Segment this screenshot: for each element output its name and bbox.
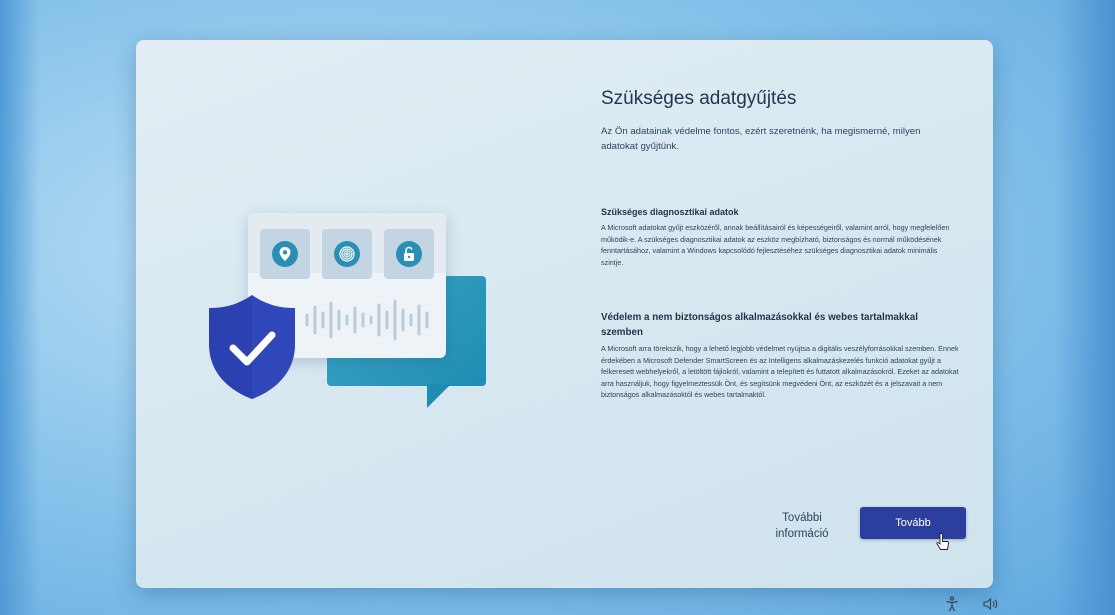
more-info-button[interactable]: További információ [764,510,840,542]
fingerprint-icon [339,246,355,262]
desktop-background-right [1055,0,1115,615]
section-heading: Szükséges diagnosztikai adatok [601,207,739,217]
chat-bubble-tail [427,384,451,408]
page-intro: Az Ön adatainak védelme fontos, ezért sz… [601,126,921,152]
accessibility-icon[interactable] [945,596,959,612]
section-diagnostic-data: Szükséges diagnosztikai adatok A Microso… [601,206,959,268]
section-protection: Védelem a nem biztonságos alkalmazásokka… [601,310,959,401]
location-tile [260,229,310,279]
desktop-background-left [0,0,40,615]
audio-waveform-icon [305,299,429,341]
shield-check-icon [209,295,295,399]
page-title: Szükséges adatgyűjtés [601,88,797,109]
fingerprint-tile [322,229,372,279]
setup-window: Szükséges adatgyűjtés Az Ön adatainak vé… [136,40,993,588]
section-body: A Microsoft arra törekszik, hogy a lehet… [601,344,959,400]
section-heading: Védelem a nem biztonságos alkalmazásokka… [601,312,918,338]
intro-block: Szükséges adatgyűjtés Az Ön adatainak vé… [601,88,956,154]
mouse-cursor-icon [936,533,949,550]
unlock-icon [404,246,414,261]
lock-tile [384,229,434,279]
location-pin-icon [279,247,291,261]
next-button[interactable]: Tovább [860,507,966,539]
privacy-illustration [136,40,556,588]
volume-icon[interactable] [983,598,999,610]
section-body: A Microsoft adatokat gyűjt eszközéről, a… [601,223,950,267]
